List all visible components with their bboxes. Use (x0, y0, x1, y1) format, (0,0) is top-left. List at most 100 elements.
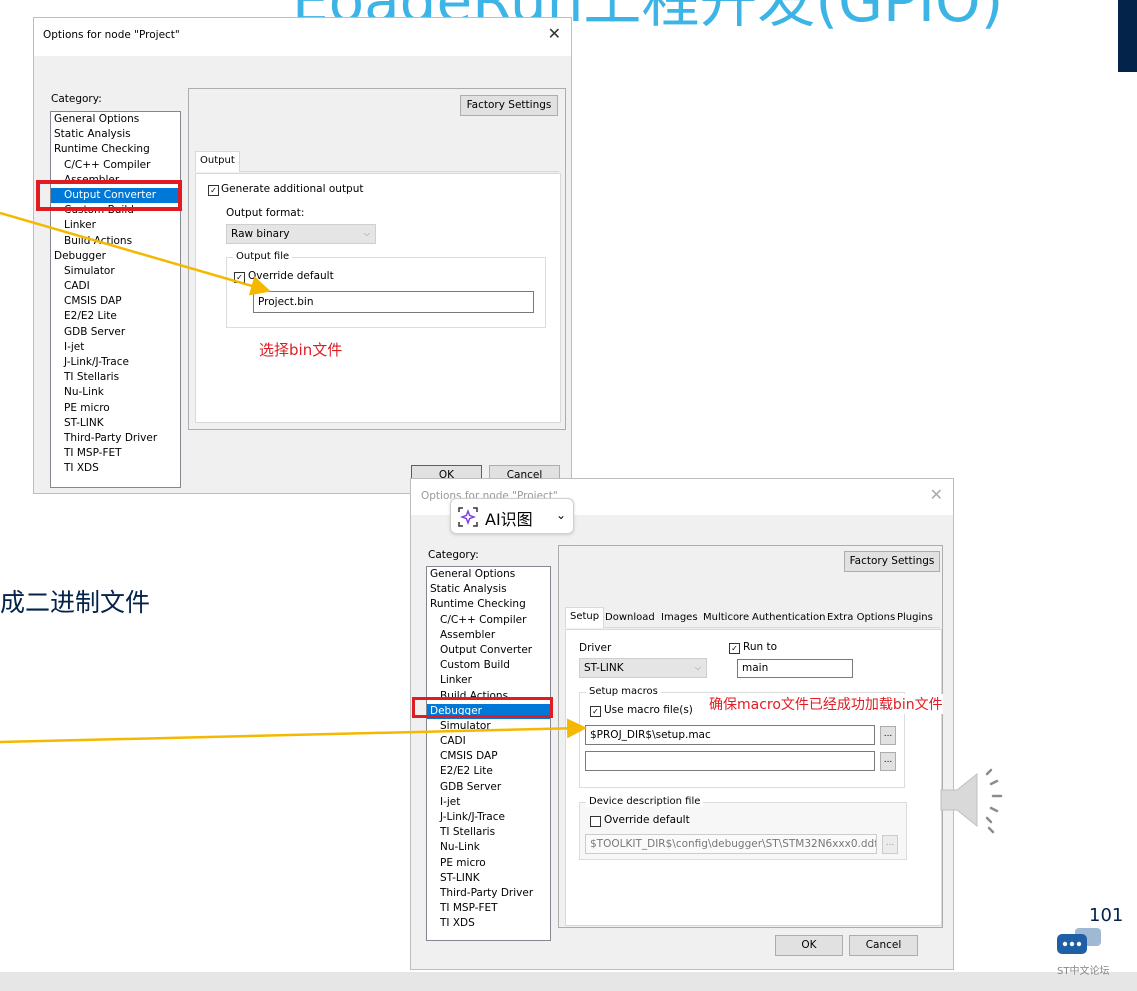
category-item[interactable]: Third-Party Driver (51, 431, 180, 446)
category-item[interactable]: TI MSP-FET (51, 446, 180, 461)
category-item[interactable]: GDB Server (427, 780, 550, 795)
category-list[interactable]: General Options Static Analysis Runtime Ch… (426, 566, 551, 941)
category-item[interactable]: PE micro (51, 401, 180, 416)
category-list[interactable]: General Options Static Analysis Runtime Ch… (50, 111, 181, 488)
category-item[interactable]: Static Analysis (51, 127, 180, 142)
category-item[interactable]: General Options (427, 567, 550, 582)
category-item[interactable]: I-jet (427, 795, 550, 810)
tab-plugins[interactable]: Plugins (893, 609, 937, 627)
category-item[interactable]: Nu-Link (51, 385, 180, 400)
device-description-group: Device description file Override default… (579, 796, 907, 860)
tab-download[interactable]: Download (601, 609, 659, 627)
category-item[interactable]: CMSIS DAP (51, 294, 180, 309)
run-to-input[interactable]: main (737, 659, 853, 678)
generate-output-label: Generate additional output (221, 183, 364, 195)
category-item[interactable]: Runtime Checking (427, 597, 550, 612)
override-default-checkbox[interactable]: ✓ (234, 272, 245, 283)
use-macro-checkbox[interactable]: ✓ (590, 706, 601, 717)
category-item[interactable]: Linker (427, 673, 550, 688)
category-item[interactable]: Nu-Link (427, 840, 550, 855)
device-description-title: Device description file (586, 796, 704, 807)
run-to-label: Run to (743, 641, 778, 653)
annotation-macro-loaded: 确保macro文件已经成功加载bin文件 (709, 694, 943, 714)
generate-output-checkbox[interactable]: ✓ (208, 185, 219, 196)
tab-authentication[interactable]: Authentication (748, 609, 829, 627)
category-item[interactable]: Custom Build (427, 658, 550, 673)
category-item[interactable]: I-jet (51, 340, 180, 355)
category-item[interactable]: C/C++ Compiler (427, 613, 550, 628)
output-file-group: Output file ✓ Override default Project.b… (226, 251, 546, 328)
chevron-down-icon: ⌄ (556, 508, 567, 522)
category-item[interactable]: Static Analysis (427, 582, 550, 597)
category-item[interactable]: Debugger (51, 249, 180, 264)
tab-images[interactable]: Images (657, 609, 702, 627)
tab-extra-options[interactable]: Extra Options (823, 609, 899, 627)
browse-button-2[interactable]: ... (880, 752, 896, 771)
driver-label: Driver (579, 642, 612, 654)
corner-decoration (1118, 0, 1137, 72)
output-file-input[interactable]: Project.bin (253, 291, 534, 313)
macro-file-input-2[interactable] (585, 751, 875, 771)
setup-tab-page: Driver ST-LINK ⌵ ✓ Run to main Setup mac… (565, 629, 942, 926)
device-override-checkbox[interactable] (590, 816, 601, 827)
category-item[interactable]: E2/E2 Lite (51, 309, 180, 324)
output-format-value: Raw binary (231, 228, 290, 240)
category-item[interactable]: Build Actions (51, 234, 180, 249)
chevron-down-icon: ⌵ (363, 229, 370, 238)
run-to-checkbox[interactable]: ✓ (729, 643, 740, 654)
page-number: 101 (1089, 905, 1124, 926)
category-item[interactable]: ST-LINK (427, 871, 550, 886)
options-dialog-debugger: Options for node "Project" ✕ Category: G… (410, 478, 954, 970)
ok-button[interactable]: OK (775, 935, 843, 956)
category-item[interactable]: Simulator (51, 264, 180, 279)
category-item[interactable]: Output Converter (427, 643, 550, 658)
category-item[interactable]: CADI (427, 734, 550, 749)
category-item[interactable]: J-Link/J-Trace (427, 810, 550, 825)
options-dialog-output: Options for node "Project" ✕ Category: G… (33, 17, 572, 494)
category-item[interactable]: CADI (51, 279, 180, 294)
tab-multicore[interactable]: Multicore (699, 609, 753, 627)
tab-output[interactable]: Output (195, 151, 240, 172)
category-item[interactable]: TI MSP-FET (427, 901, 550, 916)
close-icon[interactable]: ✕ (548, 24, 561, 43)
output-format-select[interactable]: Raw binary ⌵ (226, 224, 376, 244)
output-tab-page: ✓ Generate additional output Output form… (195, 173, 561, 423)
options-panel: Factory Settings Setup Download Images Mult… (558, 545, 943, 928)
category-item[interactable]: PE micro (427, 856, 550, 871)
chevron-down-icon: ⌵ (694, 663, 701, 672)
category-item[interactable]: ST-LINK (51, 416, 180, 431)
category-item[interactable]: TI Stellaris (51, 370, 180, 385)
category-item[interactable]: E2/E2 Lite (427, 764, 550, 779)
dialog-titlebar[interactable]: Options for node "Project" ✕ (34, 18, 571, 56)
macro-file-input-1[interactable]: $PROJ_DIR$\setup.mac (585, 725, 875, 745)
factory-settings-button[interactable]: Factory Settings (844, 551, 940, 572)
category-item[interactable]: Assembler (427, 628, 550, 643)
bottom-bar (0, 972, 1137, 991)
device-override-label: Override default (604, 814, 690, 826)
category-item[interactable]: TI XDS (51, 461, 180, 476)
output-file-group-title: Output file (233, 251, 293, 262)
tab-setup[interactable]: Setup (565, 607, 605, 628)
category-item[interactable]: Runtime Checking (51, 142, 180, 157)
highlight-debugger (412, 697, 553, 718)
speaker-icon (940, 768, 1003, 834)
category-item[interactable]: General Options (51, 112, 180, 127)
ai-image-recognition-button[interactable]: AI识图 ⌄ (450, 498, 574, 534)
category-item[interactable]: CMSIS DAP (427, 749, 550, 764)
category-item[interactable]: C/C++ Compiler (51, 158, 180, 173)
output-format-label: Output format: (226, 207, 305, 219)
category-item[interactable]: Simulator (427, 719, 550, 734)
cancel-button[interactable]: Cancel (849, 935, 918, 956)
factory-settings-button[interactable]: Factory Settings (460, 95, 558, 116)
browse-button-1[interactable]: ... (880, 726, 896, 745)
category-item[interactable]: TI Stellaris (427, 825, 550, 840)
category-item[interactable]: Third-Party Driver (427, 886, 550, 901)
category-item[interactable]: Linker (51, 218, 180, 233)
category-item[interactable]: GDB Server (51, 325, 180, 340)
annotation-select-bin: 选择bin文件 (259, 341, 343, 359)
category-item[interactable]: TI XDS (427, 916, 550, 931)
category-item[interactable]: J-Link/J-Trace (51, 355, 180, 370)
driver-select[interactable]: ST-LINK ⌵ (579, 658, 707, 678)
category-label: Category: (51, 93, 102, 105)
close-icon[interactable]: ✕ (930, 485, 943, 504)
